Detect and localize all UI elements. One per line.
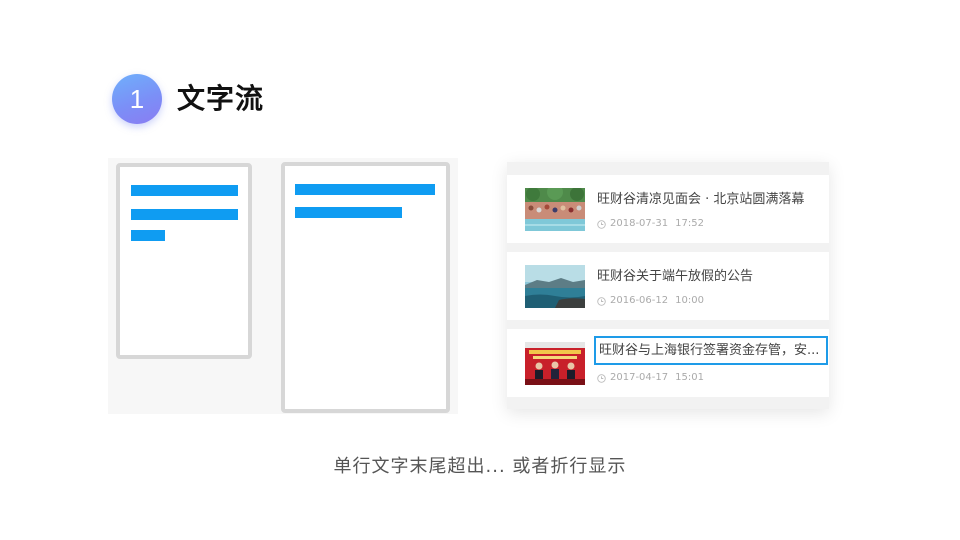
- news-meta: 2017-04-17 15:01: [597, 371, 704, 385]
- news-time: 17:52: [675, 218, 704, 229]
- wireframe-text-line: [131, 230, 165, 241]
- news-list-panel: 旺财谷清凉见面会 · 北京站圆满落幕 2018-07-31 17:52 旺财谷关…: [507, 162, 829, 409]
- slide-caption: 单行文字末尾超出... 或者折行显示: [333, 456, 627, 477]
- news-date: 2018-07-31: [610, 218, 669, 229]
- news-list-item[interactable]: 旺财谷清凉见面会 · 北京站圆满落幕 2018-07-31 17:52: [507, 175, 829, 243]
- news-list-item[interactable]: 旺财谷关于端午放假的公告 2016-06-12 10:00: [507, 252, 829, 320]
- signing-ceremony-photo-icon: [525, 342, 585, 385]
- wireframe-text-line: [131, 185, 238, 196]
- sea-landscape-photo-icon: [525, 265, 585, 308]
- news-time: 15:01: [675, 372, 704, 383]
- news-meta: 2018-07-31 17:52: [597, 217, 704, 231]
- wireframe-text-line: [295, 207, 402, 218]
- clock-icon: [597, 219, 606, 229]
- step-number-badge: 1: [112, 74, 162, 124]
- news-thumbnail: [525, 265, 585, 308]
- news-date: 2017-04-17: [610, 372, 669, 383]
- news-thumbnail: [525, 342, 585, 385]
- step-number: 1: [129, 83, 145, 114]
- wireframe-text-line: [131, 209, 238, 220]
- news-time: 10:00: [675, 295, 704, 306]
- wireframe-card-wide: [281, 162, 450, 413]
- clock-icon: [597, 373, 606, 383]
- crowd-pool-photo-icon: [525, 188, 585, 231]
- news-date: 2016-06-12: [610, 295, 669, 306]
- news-thumbnail: [525, 188, 585, 231]
- news-title[interactable]: 旺财谷清凉见面会 · 北京站圆满落幕: [597, 191, 819, 209]
- clock-icon: [597, 296, 606, 306]
- wireframe-text-line: [295, 184, 435, 195]
- news-title[interactable]: 旺财谷关于端午放假的公告: [597, 268, 819, 286]
- section-title: 文字流: [177, 82, 265, 115]
- news-list-item[interactable]: 旺财谷与上海银行签署资金存管，安... 2017-04-17 15:01: [507, 329, 829, 397]
- news-meta: 2016-06-12 10:00: [597, 294, 704, 308]
- news-title-highlighted[interactable]: 旺财谷与上海银行签署资金存管，安...: [594, 336, 828, 365]
